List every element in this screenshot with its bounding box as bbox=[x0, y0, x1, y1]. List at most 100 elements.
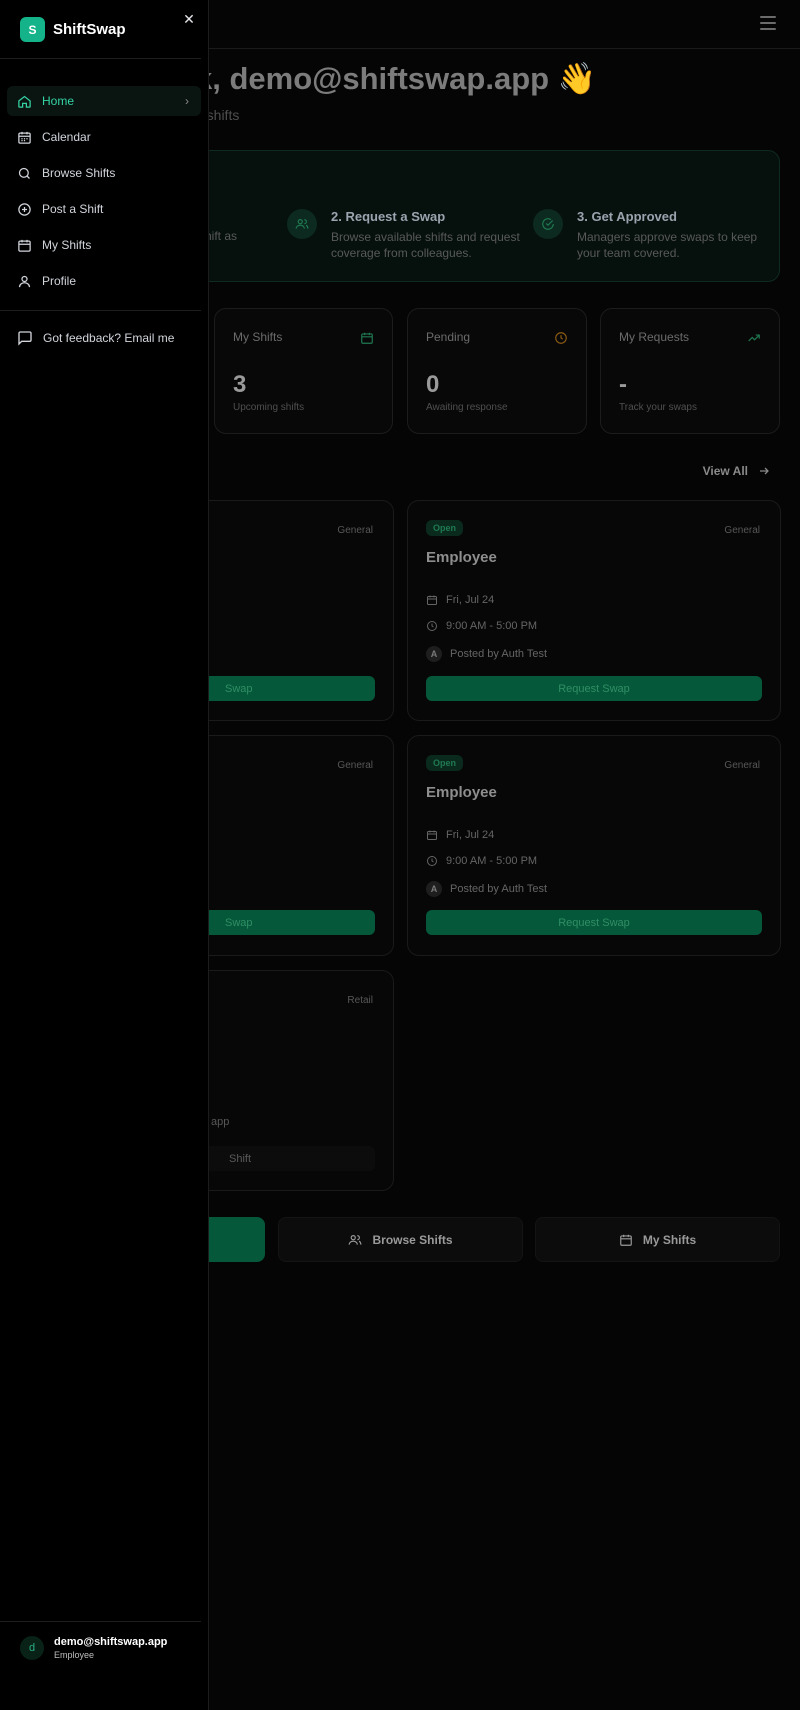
sidebar-item-profile[interactable]: Profile bbox=[7, 266, 201, 296]
sidebar-item-browse-shifts[interactable]: Browse Shifts bbox=[7, 158, 201, 188]
sidebar-item-label: Profile bbox=[42, 274, 77, 288]
user-role: Employee bbox=[54, 1650, 95, 1660]
page-title: k, demo@shiftswap.app 👋 bbox=[195, 61, 597, 96]
sidebar-item-my-shifts[interactable]: My Shifts bbox=[7, 230, 201, 260]
calendar-icon bbox=[427, 595, 437, 605]
stat-sub: Awaiting response bbox=[426, 402, 508, 413]
sidebar-item-label: Calendar bbox=[42, 130, 91, 144]
user-icon bbox=[18, 275, 31, 287]
stat-sub: Track your swaps bbox=[619, 402, 697, 413]
shift-date-text: Fri, Jul 24 bbox=[446, 829, 495, 841]
calendar-icon bbox=[361, 332, 373, 344]
avatar: A bbox=[426, 881, 442, 897]
stat-value: 3 bbox=[233, 371, 247, 398]
sidebar-item-label: Post a Shift bbox=[42, 202, 104, 216]
shift-time-text: 9:00 AM - 5:00 PM bbox=[446, 855, 538, 867]
shift-poster: A Posted by Auth Test bbox=[426, 646, 547, 662]
menu-icon[interactable] bbox=[760, 16, 776, 30]
step-1-description: hift as bbox=[205, 229, 238, 243]
sidebar-drawer: S ShiftSwap ✕ Home › Calendar Browse Shi… bbox=[0, 0, 209, 1710]
shift-category: General bbox=[724, 760, 760, 771]
status-badge: Open bbox=[426, 520, 464, 536]
shift-card[interactable]: Open General Employee Fri, Jul 24 9:00 A… bbox=[407, 735, 781, 956]
plus-circle-icon bbox=[18, 202, 31, 216]
stat-sub: Upcoming shifts bbox=[233, 402, 305, 413]
shift-time: 9:00 AM - 5:00 PM bbox=[426, 855, 537, 867]
view-all-label: View All bbox=[702, 464, 748, 478]
feedback-link[interactable]: Got feedback? Email me bbox=[17, 330, 174, 346]
step-3-title: 3. Get Approved bbox=[577, 209, 677, 224]
step-2-description: Browse available shifts and request cove… bbox=[331, 230, 520, 260]
step-3-description: Managers approve swaps to keep your team… bbox=[577, 230, 758, 260]
user-info: demo@shiftswap.app Employee bbox=[54, 1636, 167, 1660]
shift-time-text: 9:00 AM - 5:00 PM bbox=[446, 620, 538, 632]
avatar: d bbox=[20, 1636, 44, 1660]
poster-email: app bbox=[211, 1116, 230, 1128]
divider bbox=[0, 310, 201, 311]
stat-label: Pending bbox=[426, 330, 471, 344]
shift-category: General bbox=[337, 760, 373, 771]
divider bbox=[0, 1621, 201, 1622]
close-icon[interactable]: ✕ bbox=[181, 11, 197, 27]
calendar-icon bbox=[619, 1234, 632, 1246]
calendar-icon bbox=[18, 239, 31, 252]
step-2-title: 2. Request a Swap bbox=[331, 209, 446, 224]
calendar-icon bbox=[427, 830, 437, 840]
users-icon bbox=[287, 209, 317, 239]
app-name: ShiftSwap bbox=[53, 21, 126, 38]
user-email: demo@shiftswap.app bbox=[54, 1636, 168, 1648]
stat-card-my-requests[interactable]: My Requests - Track your swaps bbox=[600, 308, 780, 434]
sidebar-item-label: Browse Shifts bbox=[42, 166, 116, 180]
shift-date-text: Fri, Jul 24 bbox=[446, 594, 495, 606]
request-swap-button[interactable]: Request Swap bbox=[426, 910, 762, 935]
brand[interactable]: S ShiftSwap bbox=[20, 17, 126, 42]
stat-value: - bbox=[619, 371, 627, 398]
button-label: Browse Shifts bbox=[372, 1232, 453, 1247]
sidebar-item-calendar[interactable]: Calendar bbox=[7, 122, 201, 152]
button-label: My Shifts bbox=[642, 1232, 697, 1247]
stat-label: My Requests bbox=[619, 330, 690, 344]
shift-card[interactable]: Open General Employee Fri, Jul 24 9:00 A… bbox=[407, 500, 781, 721]
stat-value: 0 bbox=[426, 371, 440, 398]
message-square-icon bbox=[18, 331, 32, 346]
chevron-right-icon: › bbox=[185, 94, 189, 108]
request-swap-button[interactable]: Request Swap bbox=[426, 676, 762, 701]
feedback-label: Got feedback? Email me bbox=[43, 331, 175, 345]
arrow-right-icon bbox=[760, 467, 769, 475]
sidebar-item-post-shift[interactable]: Post a Shift bbox=[7, 194, 201, 224]
clock-icon bbox=[555, 332, 567, 344]
user-profile[interactable]: d demo@shiftswap.app Employee bbox=[20, 1636, 167, 1660]
button-label: Swap bbox=[225, 682, 253, 695]
shift-category: General bbox=[724, 525, 760, 536]
shift-role: Employee bbox=[426, 784, 497, 801]
clock-icon bbox=[427, 856, 437, 866]
stat-card-my-shifts[interactable]: My Shifts 3 Upcoming shifts bbox=[214, 308, 393, 434]
users-icon bbox=[349, 1234, 362, 1245]
browse-shifts-button[interactable]: Browse Shifts bbox=[278, 1217, 523, 1262]
check-circle-icon bbox=[533, 209, 563, 239]
stat-label: My Shifts bbox=[233, 330, 283, 344]
shift-role: Employee bbox=[426, 549, 497, 566]
shift-poster: A Posted by Auth Test bbox=[426, 881, 547, 897]
posted-by-text: Posted by Auth Test bbox=[450, 648, 548, 660]
view-all-link[interactable]: View All bbox=[703, 464, 770, 478]
divider bbox=[0, 58, 201, 59]
trending-up-icon bbox=[748, 334, 760, 342]
stat-card-pending[interactable]: Pending 0 Awaiting response bbox=[407, 308, 587, 434]
posted-by-text: Posted by Auth Test bbox=[450, 883, 548, 895]
sidebar-item-label: My Shifts bbox=[42, 238, 92, 252]
how-it-works-panel: hift as 2. Request a Swap Browse availab… bbox=[190, 150, 780, 282]
shift-date: Fri, Jul 24 bbox=[426, 594, 494, 606]
button-label: Swap bbox=[225, 916, 253, 929]
shift-category: Retail bbox=[347, 995, 373, 1006]
sidebar-item-home[interactable]: Home › bbox=[7, 86, 201, 116]
calendar-icon bbox=[18, 131, 31, 144]
button-label: Shift bbox=[229, 1152, 252, 1165]
my-shifts-button[interactable]: My Shifts bbox=[535, 1217, 780, 1262]
avatar: A bbox=[426, 646, 442, 662]
shift-date: Fri, Jul 24 bbox=[426, 829, 494, 841]
home-icon bbox=[18, 95, 31, 108]
sidebar-item-label: Home bbox=[42, 94, 75, 108]
clock-icon bbox=[427, 621, 437, 631]
shift-time: 9:00 AM - 5:00 PM bbox=[426, 620, 537, 632]
